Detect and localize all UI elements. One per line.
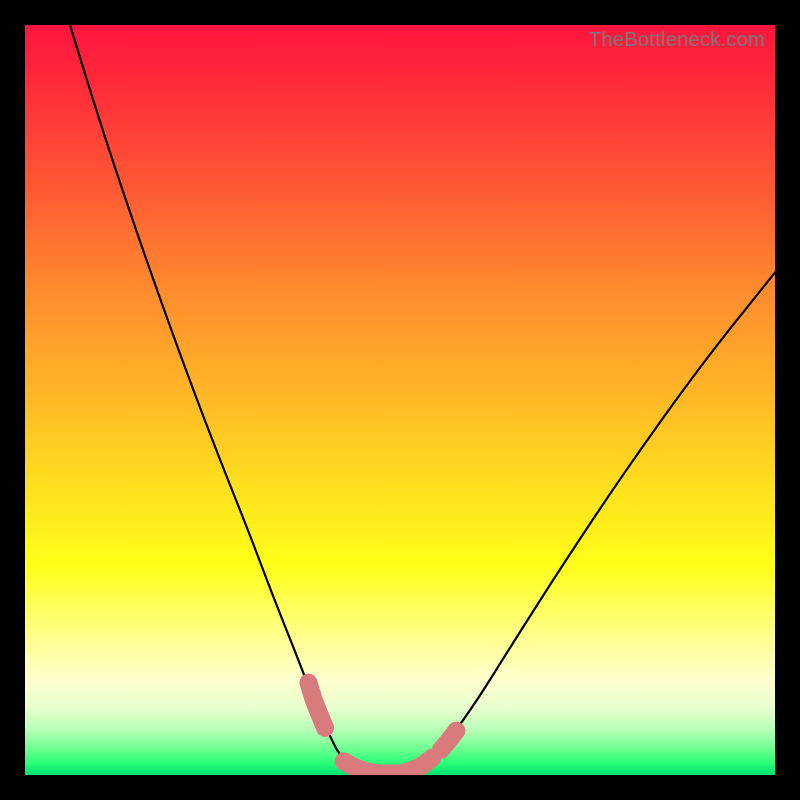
highlight-cap <box>432 741 450 759</box>
highlight-markers <box>300 674 466 774</box>
plot-frame: TheBottleneck.com <box>25 25 775 775</box>
highlight-segment <box>344 758 433 774</box>
chart-svg <box>25 25 775 775</box>
highlight-cap <box>447 722 465 740</box>
highlight-cap <box>316 719 334 737</box>
highlight-cap <box>335 753 353 771</box>
highlight-cap <box>300 674 318 692</box>
bottleneck-curve <box>70 25 775 774</box>
